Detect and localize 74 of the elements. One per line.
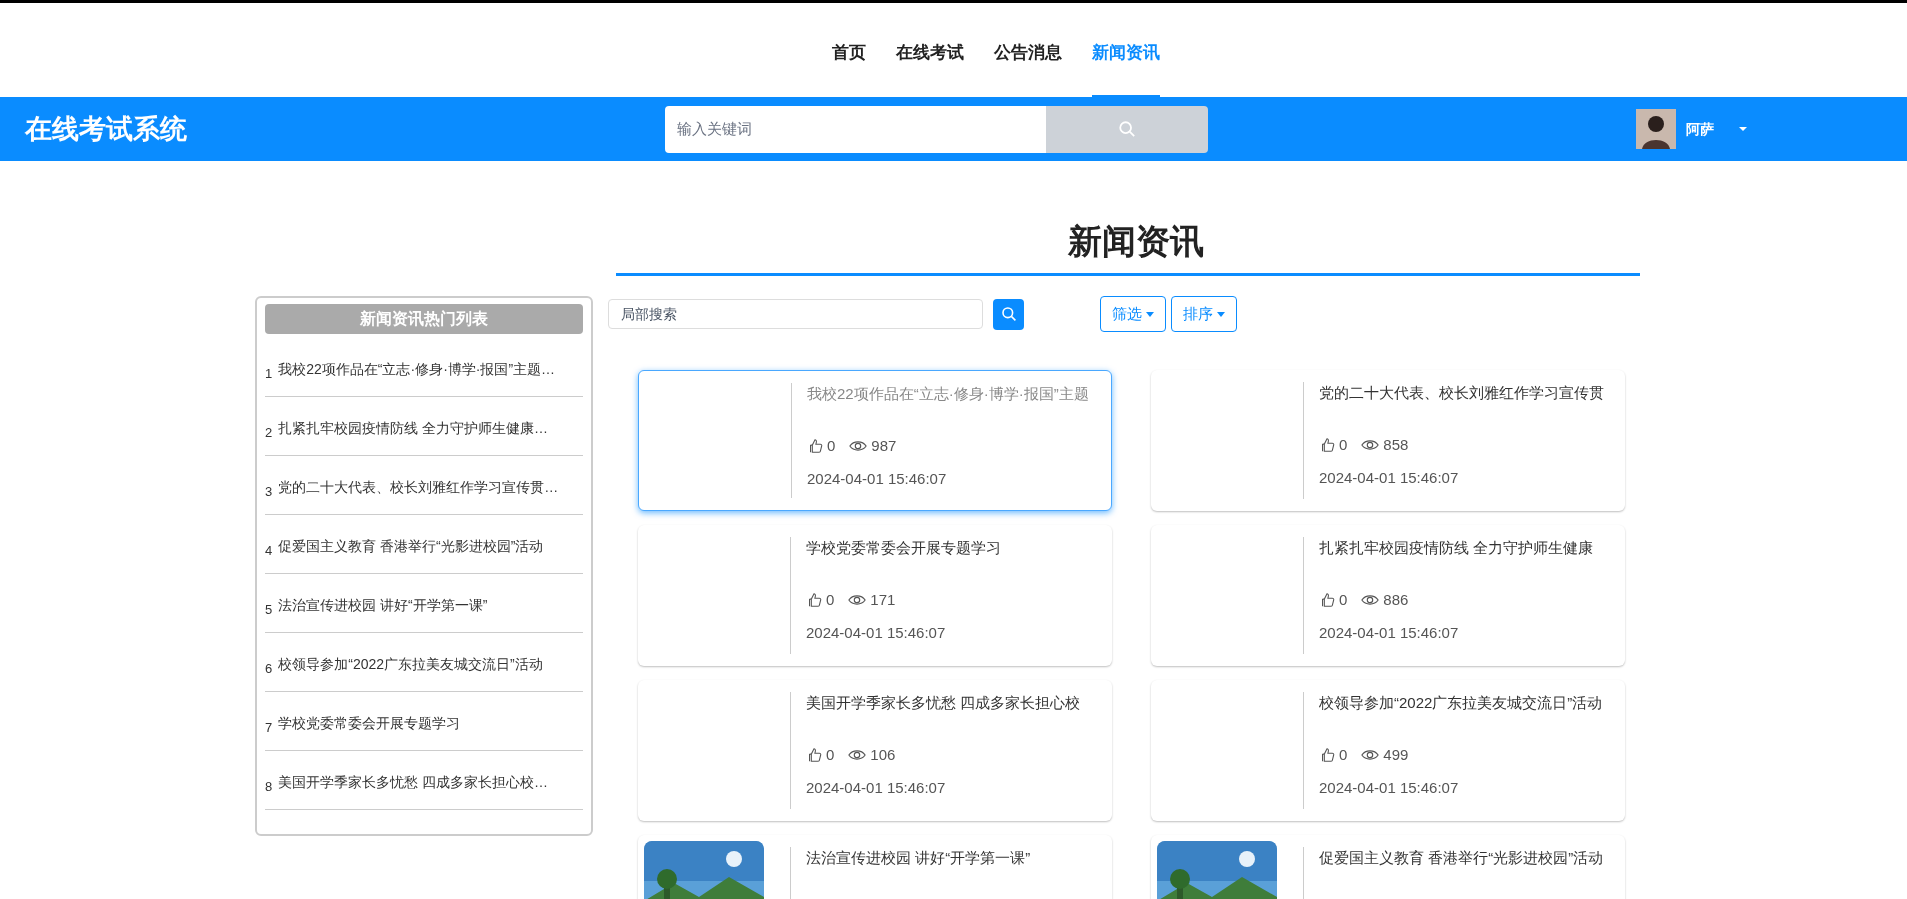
search-icon	[1118, 120, 1136, 138]
news-title[interactable]: 美国开学季家长多忧愁 四成多家长担心校	[806, 692, 1081, 715]
like-count: 0	[1339, 744, 1348, 765]
rank-number: 8	[265, 777, 273, 796]
news-card[interactable]: 学校党委常委会开展专题学习 0 171 2024-04-01 15:46:07	[638, 525, 1112, 666]
thumbs-up-icon	[1319, 745, 1335, 764]
news-date: 2024-04-01 15:46:07	[1319, 623, 1460, 643]
dropdown-button[interactable]: 筛选	[1100, 296, 1166, 332]
news-card[interactable]: 扎紧扎牢校园疫情防线 全力守护师生健康 0 886 2024-04-01 15:46:07	[1151, 525, 1625, 666]
news-link[interactable]: 我校22项作品在“立志·修身·博学·报国”主题…	[278, 359, 556, 380]
like-count: 0	[826, 744, 835, 765]
panel-header: 新闻资讯热门列表	[265, 304, 583, 334]
thumbs-up-icon	[807, 436, 823, 455]
news-title[interactable]: 学校党委常委会开展专题学习	[806, 537, 1001, 560]
news-card[interactable]: 美国开学季家长多忧愁 四成多家长担心校 0 106 2024-04-01 15:46:07	[638, 680, 1112, 821]
rank-number: 6	[265, 659, 273, 678]
thumbs-up-icon	[1319, 590, 1335, 609]
rank-number: 2	[265, 423, 273, 442]
search-button[interactable]	[993, 298, 1024, 330]
caret-icon	[1146, 311, 1154, 317]
news-link[interactable]: 美国开学季家长多忧愁 四成多家长担心校…	[278, 772, 549, 793]
like-count: 0	[827, 435, 836, 456]
avatar[interactable]	[1636, 109, 1676, 149]
view-count: 886	[1383, 589, 1409, 610]
nav-tab[interactable]: 公告消息	[994, 3, 1062, 97]
like-count: 0	[826, 589, 835, 610]
nav-tab[interactable]: 在线考试	[896, 3, 964, 97]
news-card[interactable]: 校领导参加“2022广东拉美友城交流日”活动 0 499 2024-04-01 15:46:07	[1151, 680, 1625, 821]
like-count: 0	[1339, 434, 1348, 455]
news-date: 2024-04-01 15:46:07	[807, 469, 948, 489]
view-count: 106	[870, 744, 896, 765]
rank-number: 1	[265, 364, 273, 383]
search-field[interactable]: 输入关键词	[665, 105, 1046, 153]
news-card[interactable]: 党的二十大代表、校长刘雅红作学习宣传贯 0 858 2024-04-01 15:46:07	[1151, 370, 1625, 511]
news-link[interactable]: 党的二十大代表、校长刘雅红作学习宣传贯…	[278, 477, 559, 498]
news-card[interactable]: 法治宣传进校园 讲好“开学第一课”	[638, 835, 1112, 899]
rank-number: 3	[265, 482, 273, 501]
news-title[interactable]: 促爱国主义教育 香港举行“光影进校园”活动	[1319, 847, 1604, 870]
thumbs-up-icon	[806, 590, 822, 609]
like-count: 0	[1339, 589, 1348, 610]
dropdown-button[interactable]: 排序	[1171, 296, 1237, 332]
search-button[interactable]	[1046, 105, 1208, 153]
news-card[interactable]: 我校22项作品在“立志·修身·博学·报国”主题 0 987 2024-04-01 15:46:07	[638, 370, 1112, 511]
news-date: 2024-04-01 15:46:07	[806, 778, 947, 798]
news-title[interactable]: 党的二十大代表、校长刘雅红作学习宣传贯	[1319, 382, 1604, 405]
view-count: 171	[870, 589, 896, 610]
news-link[interactable]: 法治宣传进校园 讲好“开学第一课”	[278, 595, 488, 616]
search-icon	[1000, 306, 1017, 322]
site-title: 在线考试系统	[25, 112, 188, 146]
caret-icon[interactable]	[1738, 126, 1748, 132]
view-count: 858	[1383, 434, 1409, 455]
news-link[interactable]: 促爱国主义教育 香港举行“光影进校园”活动	[278, 536, 544, 557]
news-card[interactable]: 促爱国主义教育 香港举行“光影进校园”活动	[1151, 835, 1625, 899]
rank-number: 4	[265, 541, 273, 560]
news-title[interactable]: 校领导参加“2022广东拉美友城交流日”活动	[1319, 692, 1603, 715]
news-link[interactable]: 学校党委常委会开展专题学习	[278, 713, 461, 734]
view-count: 987	[871, 435, 897, 456]
news-date: 2024-04-01 15:46:07	[1319, 468, 1460, 488]
rank-number: 5	[265, 600, 273, 619]
news-title[interactable]: 法治宣传进校园 讲好“开学第一课”	[806, 847, 1031, 870]
news-title[interactable]: 我校22项作品在“立志·修身·博学·报国”主题	[807, 383, 1089, 406]
caret-icon	[1217, 311, 1225, 317]
news-link[interactable]: 校领导参加“2022广东拉美友城交流日”活动	[278, 654, 543, 675]
search-field[interactable]: 局部搜索	[608, 299, 983, 329]
news-date: 2024-04-01 15:46:07	[806, 623, 947, 643]
view-count: 499	[1383, 744, 1409, 765]
news-title[interactable]: 扎紧扎牢校园疫情防线 全力守护师生健康	[1319, 537, 1594, 560]
rank-number: 7	[265, 718, 273, 737]
news-date: 2024-04-01 15:46:07	[1319, 778, 1460, 798]
news-link[interactable]: 扎紧扎牢校园疫情防线 全力守护师生健康…	[278, 418, 549, 439]
thumbs-up-icon	[806, 745, 822, 764]
page-title: 新闻资讯	[1066, 221, 1204, 262]
nav-tab[interactable]: 首页	[832, 3, 866, 97]
thumbs-up-icon	[1319, 435, 1335, 454]
